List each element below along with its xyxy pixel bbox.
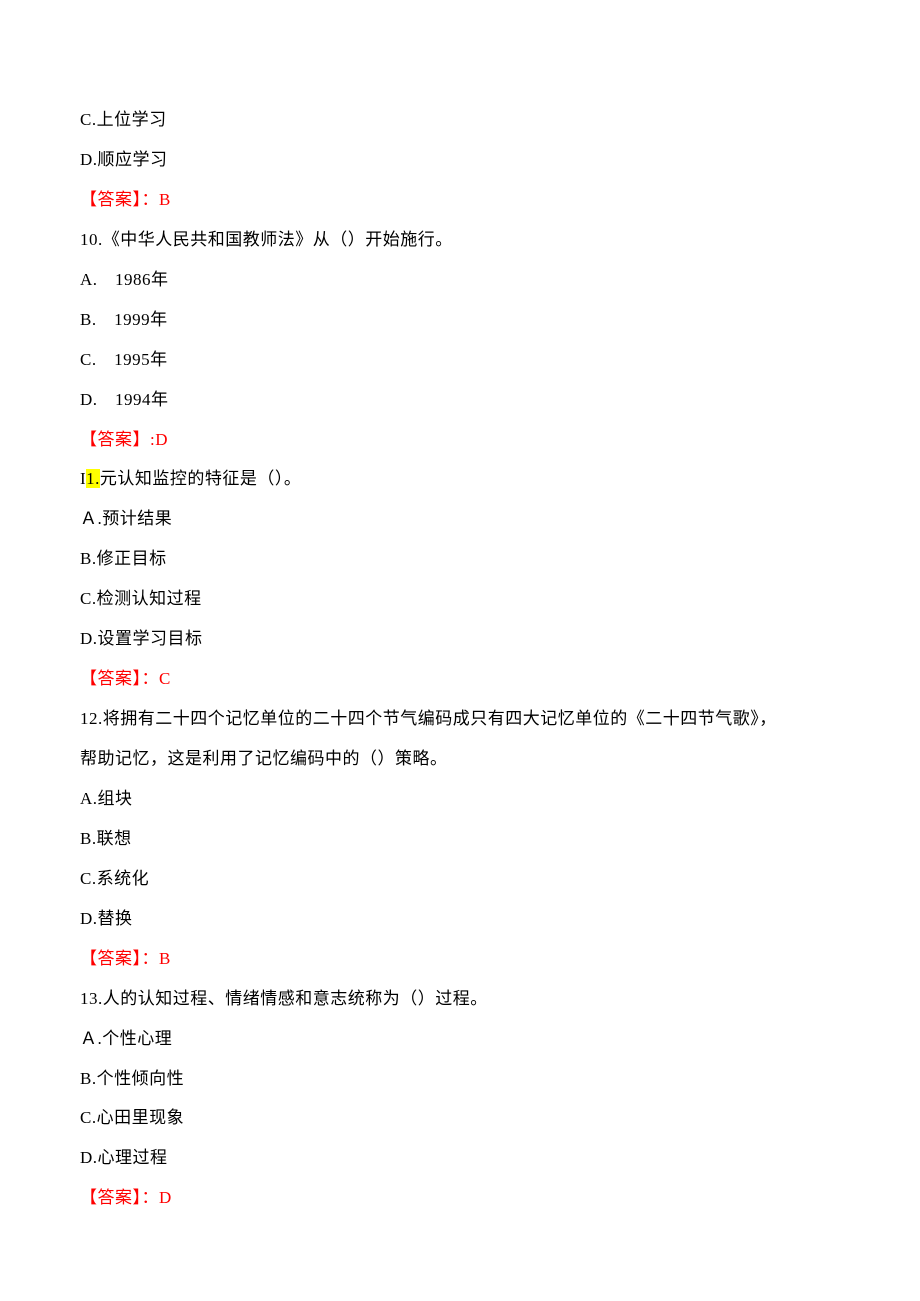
- q12-answer: 【答案】：B: [80, 939, 840, 979]
- q9-option-c: C.上位学习: [80, 100, 840, 140]
- q10-option-d: D. 1994年: [80, 380, 840, 420]
- q12-stem-line2: 帮助记忆，这是利用了记忆编码中的（）策略。: [80, 739, 840, 779]
- exam-content: C.上位学习 D.顺应学习 【答案】：B 10.《中华人民共和国教师法》从（）开…: [80, 100, 840, 1218]
- q11-option-c: C.检测认知过程: [80, 579, 840, 619]
- q13-answer: 【答案】：D: [80, 1178, 840, 1218]
- q12-option-c: C.系统化: [80, 859, 840, 899]
- q13-option-b: B.个性倾向性: [80, 1059, 840, 1099]
- q11-option-b: B.修正目标: [80, 539, 840, 579]
- q13-option-d: D.心理过程: [80, 1138, 840, 1178]
- q10-stem: 10.《中华人民共和国教师法》从（）开始施行。: [80, 220, 840, 260]
- q12-option-d: D.替换: [80, 899, 840, 939]
- q12-option-b: B.联想: [80, 819, 840, 859]
- q10-option-b: B. 1999年: [80, 300, 840, 340]
- q11-stem: I1.元认知监控的特征是（）。: [80, 459, 840, 499]
- q9-answer: 【答案】：B: [80, 180, 840, 220]
- q10-answer: 【答案】:D: [80, 420, 840, 460]
- q12-stem-line1: 12.将拥有二十四个记忆单位的二十四个节气编码成只有四大记忆单位的《二十四节气歌…: [80, 699, 840, 739]
- q10-option-a: A. 1986年: [80, 260, 840, 300]
- q11-option-d: D.设置学习目标: [80, 619, 840, 659]
- q13-option-a: Ａ.个性心理: [80, 1019, 840, 1059]
- q13-stem: 13.人的认知过程、情绪情感和意志统称为（）过程。: [80, 979, 840, 1019]
- q10-option-c: C. 1995年: [80, 340, 840, 380]
- q11-answer: 【答案】：C: [80, 659, 840, 699]
- q13-option-c: C.心田里现象: [80, 1098, 840, 1138]
- q12-option-a: A.组块: [80, 779, 840, 819]
- q11-stem-suffix: 元认知监控的特征是（）。: [100, 469, 302, 488]
- q9-option-d: D.顺应学习: [80, 140, 840, 180]
- q11-highlight: 1.: [86, 469, 100, 488]
- q11-option-a: Ａ.预计结果: [80, 499, 840, 539]
